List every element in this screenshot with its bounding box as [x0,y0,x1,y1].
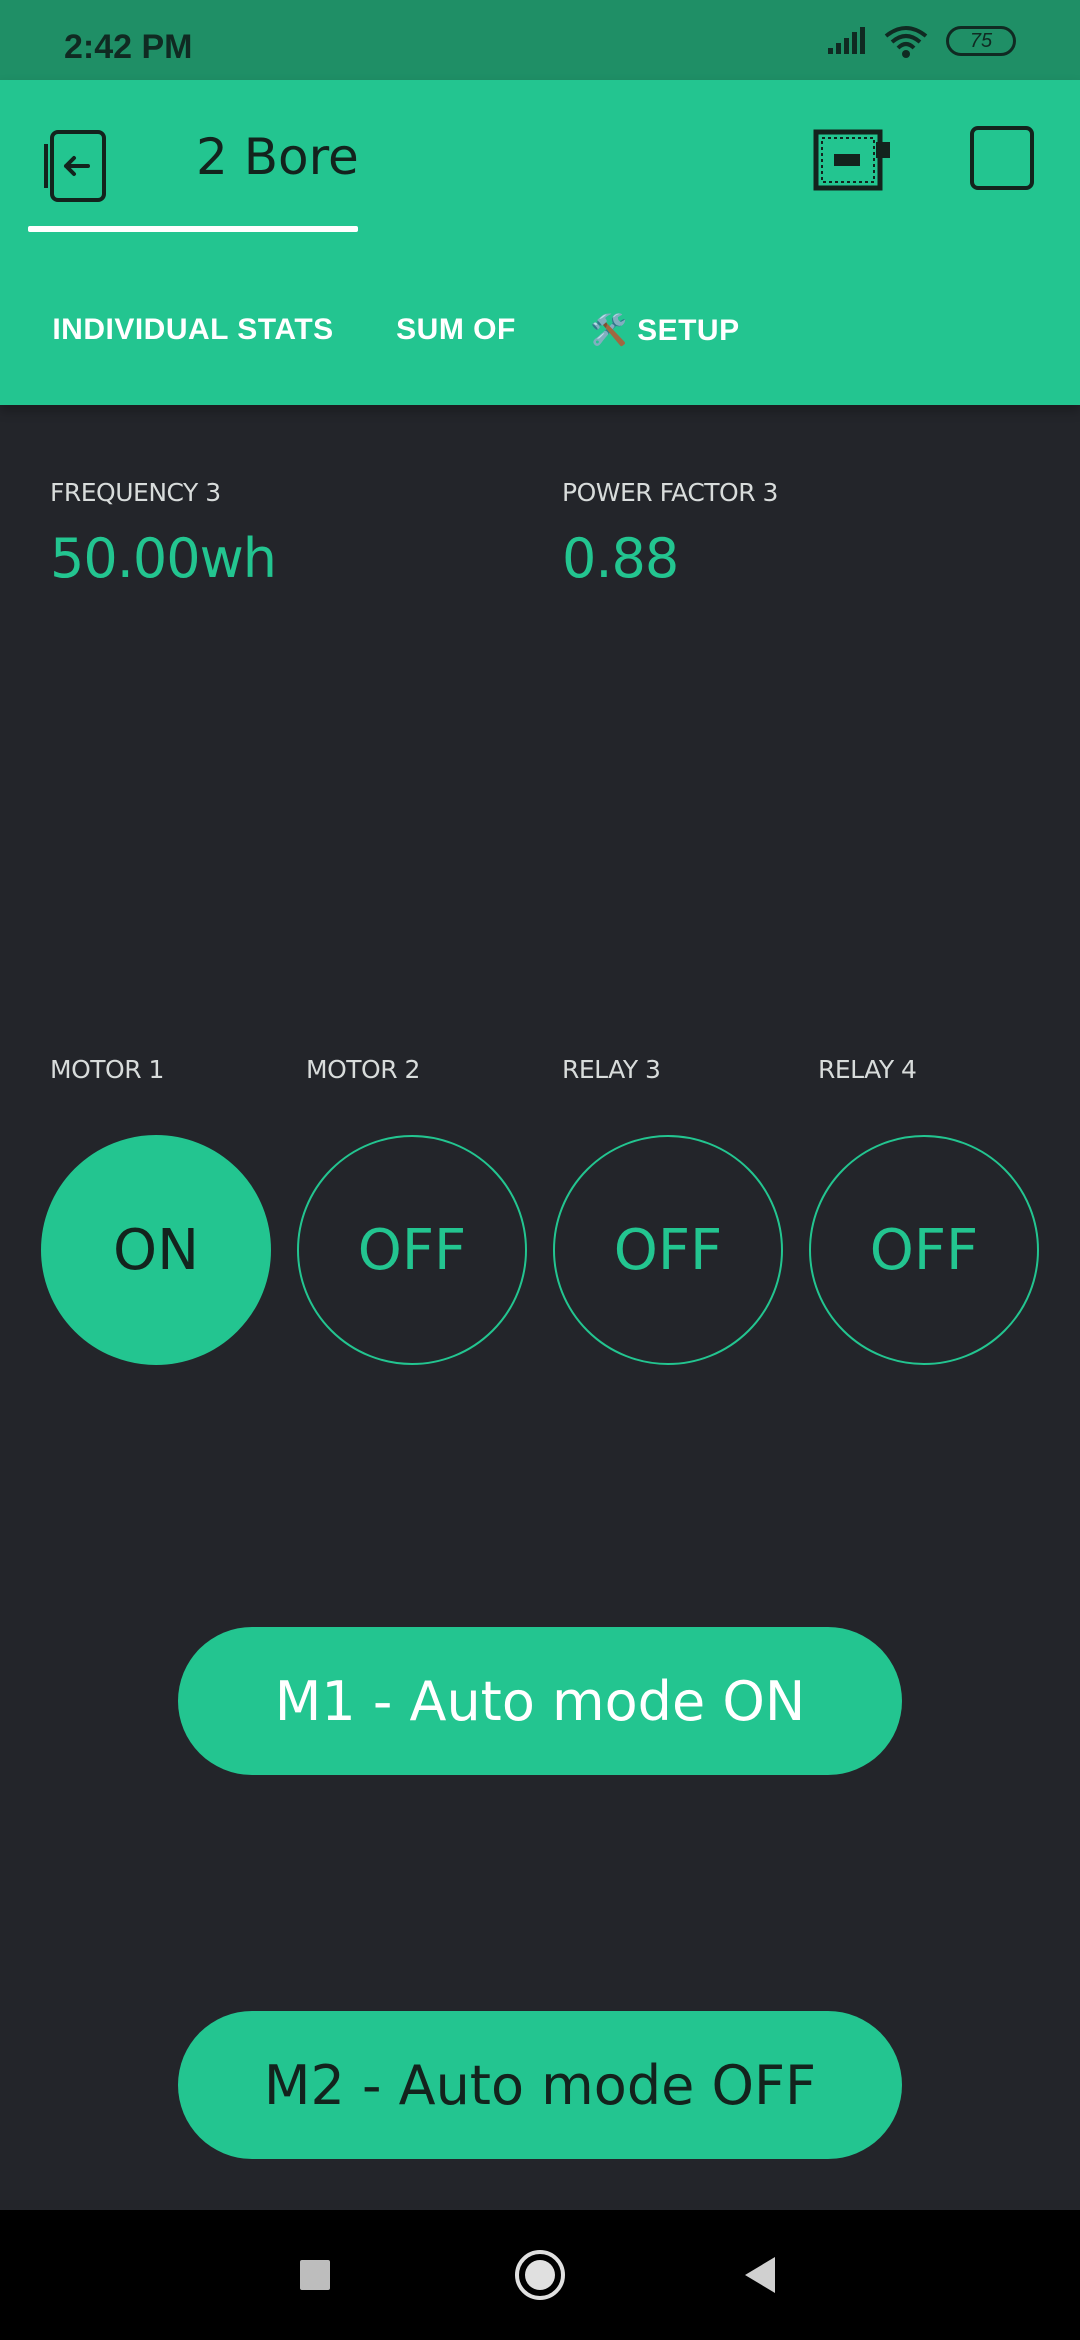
stat-frequency: FREQUENCY 3 50.00wh [50,478,277,590]
signal-icon [828,27,865,54]
tab-sum-of[interactable]: SUM OF [388,290,524,370]
tab-bar: INDIVIDUAL STATS SUM OF 🛠️ SETUP [0,290,1080,370]
device-icon[interactable] [812,126,894,196]
system-nav-bar [0,2210,1080,2340]
stat-label: POWER FACTOR 3 [562,478,778,507]
relay-3-switch[interactable]: OFF [553,1135,783,1365]
app-header: 2 Bore INDIVIDUAL STATS SUM OF 🛠️ SETUP [0,80,1080,405]
m2-auto-mode-button[interactable]: M2 - Auto mode OFF [178,2011,902,2159]
motor-1-switch[interactable]: ON [41,1135,271,1365]
stat-value: 50.00wh [50,527,277,590]
switch-state: OFF [869,1217,979,1283]
switch-label-motor-1: MOTOR 1 [50,1055,164,1084]
switch-state: OFF [613,1217,723,1283]
status-bar: 2:42 PM 75 [0,0,1080,80]
battery-level: 75 [969,29,993,52]
switch-state: OFF [357,1217,467,1283]
status-time: 2:42 PM [64,28,193,66]
switch-label-motor-2: MOTOR 2 [306,1055,420,1084]
app-title: 2 Bore [196,128,359,186]
m1-auto-mode-label: M1 - Auto mode ON [274,1669,806,1733]
stat-label: FREQUENCY 3 [50,478,221,507]
back-nav-icon [745,2257,775,2293]
back-nav-button[interactable] [700,2210,820,2340]
wifi-icon [884,26,928,58]
m2-auto-mode-label: M2 - Auto mode OFF [263,2053,817,2117]
switch-label-relay-4: RELAY 4 [818,1055,917,1084]
switch-label-relay-3: RELAY 3 [562,1055,661,1084]
status-icons: 75 [826,24,1016,58]
stat-value: 0.88 [562,527,679,590]
switch-state: ON [113,1217,199,1283]
m1-auto-mode-button[interactable]: M1 - Auto mode ON [178,1627,902,1775]
tab-individual-stats[interactable]: INDIVIDUAL STATS [28,290,358,370]
recents-icon [300,2260,330,2290]
battery-icon: 75 [946,26,1016,56]
stat-power-factor: POWER FACTOR 3 0.88 [562,478,778,590]
relay-4-switch[interactable]: OFF [809,1135,1039,1365]
square-icon[interactable] [970,126,1034,190]
back-icon[interactable] [38,126,118,206]
tab-active-indicator [28,226,358,232]
home-button[interactable] [480,2210,600,2340]
tab-setup[interactable]: 🛠️ SETUP [580,290,750,370]
motor-2-switch[interactable]: OFF [297,1135,527,1365]
home-icon [515,2250,565,2300]
recents-button[interactable] [255,2210,375,2340]
